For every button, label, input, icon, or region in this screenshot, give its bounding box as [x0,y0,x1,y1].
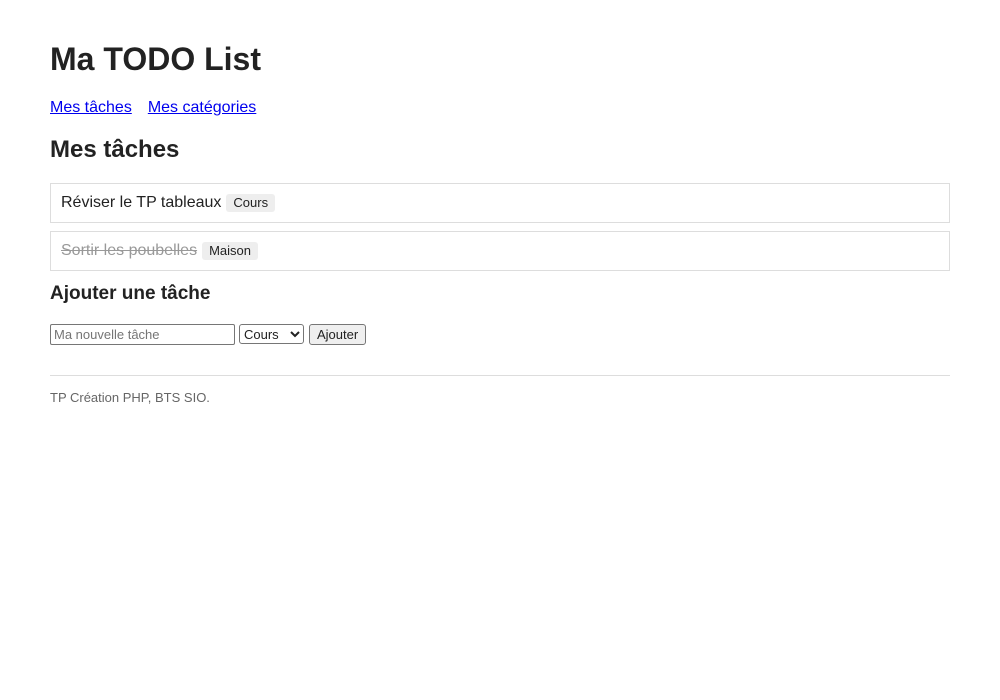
nav-link-tasks[interactable]: Mes tâches [50,99,132,116]
task-item[interactable]: Réviser le TP tableaux Cours [50,183,950,223]
footer-divider [50,375,950,376]
task-label[interactable]: Réviser le TP tableaux [61,194,221,212]
category-badge: Maison [202,242,258,260]
add-task-button[interactable]: Ajouter [309,323,367,345]
section-title: Mes tâches [50,136,180,163]
task-label-done[interactable]: Sortir les poubelles [61,242,197,260]
new-task-input[interactable] [50,323,235,345]
nav-link-categories[interactable]: Mes catégories [148,99,257,116]
main-nav: Mes tâches Mes catégories [50,97,950,119]
add-task-title: Ajouter une tâche [50,283,211,304]
page-title: Ma TODO List [50,41,261,77]
category-select[interactable]: Cours [239,324,304,344]
site-footer: TP Création PHP, BTS SIO. [50,390,210,405]
task-item[interactable]: Sortir les poubelles Maison [50,231,950,271]
category-badge: Cours [226,194,276,212]
add-task-form: Cours Ajouter [50,323,950,345]
task-list: Réviser le TP tableaux Cours Sortir les … [50,183,950,271]
page: Ma TODO List Mes tâches Mes catégories Me… [50,0,950,406]
